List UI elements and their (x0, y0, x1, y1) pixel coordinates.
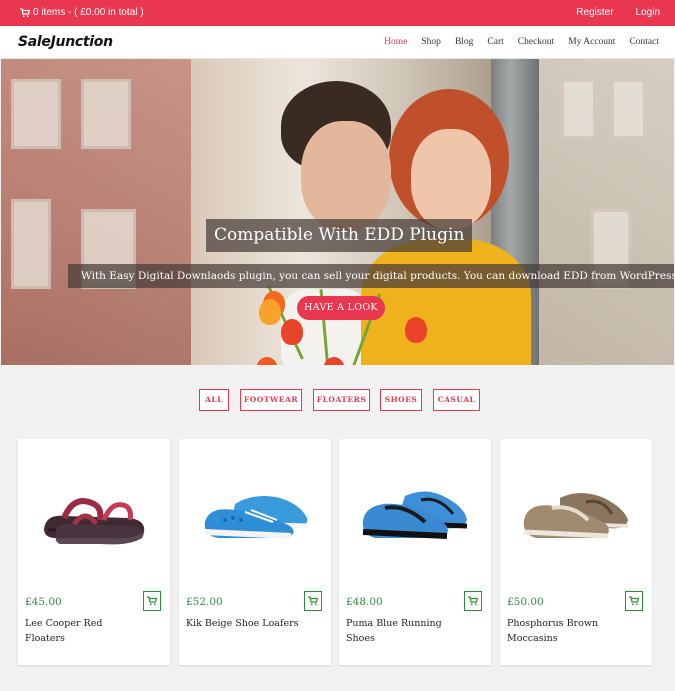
filter-casual[interactable]: CASUAL (433, 389, 480, 411)
product-image[interactable] (18, 439, 170, 589)
filter-shoes[interactable]: SHOES (380, 389, 422, 411)
register-link[interactable]: Register (576, 7, 613, 18)
mini-cart-text: 0 items - ( £0.00 in total ) (33, 7, 144, 18)
product-image[interactable] (339, 439, 491, 589)
main-nav: Home Shop Blog Cart Checkout My Account … (384, 37, 659, 47)
product-card[interactable]: £45.00 Lee Cooper Red Floaters (18, 439, 170, 665)
nav-blog[interactable]: Blog (455, 37, 473, 47)
product-card[interactable]: £50.00 Phosphorus Brown Moccasins (500, 439, 652, 665)
cart-icon (308, 596, 318, 606)
sandal-icon (44, 498, 145, 545)
cart-icon (468, 596, 478, 606)
have-a-look-button[interactable]: HAVE A LOOK (297, 296, 385, 320)
cart-icon (147, 596, 157, 606)
top-bar: 0 items - ( £0.00 in total ) Register Lo… (0, 0, 675, 26)
mini-cart[interactable]: 0 items - ( £0.00 in total ) (20, 7, 144, 18)
hero-title: Compatible With EDD Plugin (206, 219, 473, 252)
nav-cart[interactable]: Cart (487, 37, 503, 47)
filter-all[interactable]: ALL (199, 389, 229, 411)
filter-floaters[interactable]: FLOATERS (313, 389, 370, 411)
product-price: £48.00 (346, 596, 383, 608)
add-to-cart-button[interactable] (304, 591, 322, 611)
loafer-icon (204, 496, 308, 539)
product-price: £45.00 (25, 596, 62, 608)
add-to-cart-button[interactable] (143, 591, 161, 611)
product-price: £52.00 (186, 596, 223, 608)
nav-contact[interactable]: Contact (629, 37, 659, 47)
product-card[interactable]: £52.00 Kik Beige Shoe Loafers (179, 439, 331, 665)
hero-slider: Compatible With EDD Plugin With Easy Dig… (1, 59, 674, 365)
cart-icon (20, 7, 30, 17)
product-name[interactable]: Phosphorus Brown Moccasins (507, 616, 627, 646)
nav-my-account[interactable]: My Account (568, 37, 615, 47)
running-shoe-icon (362, 491, 468, 539)
product-image[interactable] (179, 439, 331, 589)
filter-footwear[interactable]: FOOTWEAR (240, 389, 302, 411)
hero-subtitle: With Easy Digital Downlaods plugin, you … (68, 264, 674, 288)
nav-shop[interactable]: Shop (421, 37, 441, 47)
product-price: £50.00 (507, 596, 544, 608)
login-link[interactable]: Login (636, 7, 660, 18)
nav-home[interactable]: Home (384, 37, 407, 47)
moccasin-icon (523, 493, 629, 539)
product-image[interactable] (500, 439, 652, 589)
product-filters: ALL FOOTWEAR FLOATERS SHOES CASUAL (0, 389, 675, 411)
product-name[interactable]: Lee Cooper Red Floaters (25, 616, 145, 646)
add-to-cart-button[interactable] (625, 591, 643, 611)
site-logo[interactable]: SaleJunction (18, 34, 113, 50)
product-name[interactable]: Puma Blue Running Shoes (346, 616, 466, 646)
nav-checkout[interactable]: Checkout (518, 37, 554, 47)
cart-icon (629, 596, 639, 606)
add-to-cart-button[interactable] (464, 591, 482, 611)
product-card[interactable]: £48.00 Puma Blue Running Shoes (339, 439, 491, 665)
site-header: SaleJunction Home Shop Blog Cart Checkou… (0, 26, 675, 59)
product-name[interactable]: Kik Beige Shoe Loafers (186, 616, 306, 631)
